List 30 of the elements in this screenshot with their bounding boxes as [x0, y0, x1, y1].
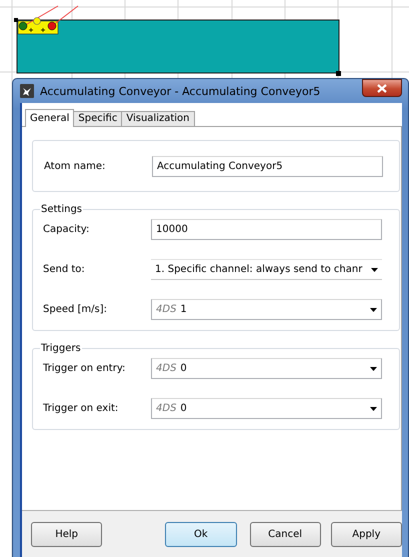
dropdown-arrow-icon — [370, 366, 377, 370]
tab[interactable]: Visualization — [121, 111, 195, 126]
text-field[interactable]: 10000 — [151, 219, 382, 240]
field-label: Speed [m/s]: — [43, 304, 108, 315]
app-icon — [20, 84, 34, 98]
expression-dropdown[interactable]: 4DS 1 — [151, 299, 382, 320]
dropdown-arrow-icon — [370, 406, 377, 410]
dialog-button[interactable]: Cancel — [250, 522, 321, 547]
field-label: Send to: — [43, 264, 86, 275]
text-field[interactable]: Accumulating Conveyor5 — [152, 156, 383, 176]
conveyor-drawing[interactable] — [14, 6, 341, 76]
dialog-button[interactable]: Apply — [330, 522, 402, 547]
close-icon — [377, 84, 387, 92]
tab[interactable]: General — [25, 109, 74, 127]
dropdown-arrow-icon — [370, 308, 377, 312]
field-label: Trigger on entry: — [43, 363, 126, 374]
dialog-button[interactable]: Ok — [165, 522, 236, 547]
dropdown-arrow-icon — [371, 268, 378, 272]
field-label: Capacity: — [43, 224, 90, 235]
expression-dropdown[interactable]: 4DS 0 — [151, 398, 382, 419]
expression-dropdown[interactable]: 4DS 0 — [151, 358, 382, 379]
dropdown[interactable]: 1. Specific channel: always send to chanr — [151, 259, 382, 280]
group-title: Triggers — [40, 343, 82, 354]
field-label: Atom name: — [44, 160, 106, 172]
close-button[interactable] — [362, 79, 402, 97]
window-title: Accumulating Conveyor - Accumulating Conveyor5 — [40, 84, 322, 98]
dialog-button[interactable]: Help — [31, 522, 102, 547]
tab[interactable]: Specific — [73, 111, 122, 126]
group-title: Settings — [40, 204, 84, 215]
field-label: Trigger on exit: — [43, 403, 120, 414]
